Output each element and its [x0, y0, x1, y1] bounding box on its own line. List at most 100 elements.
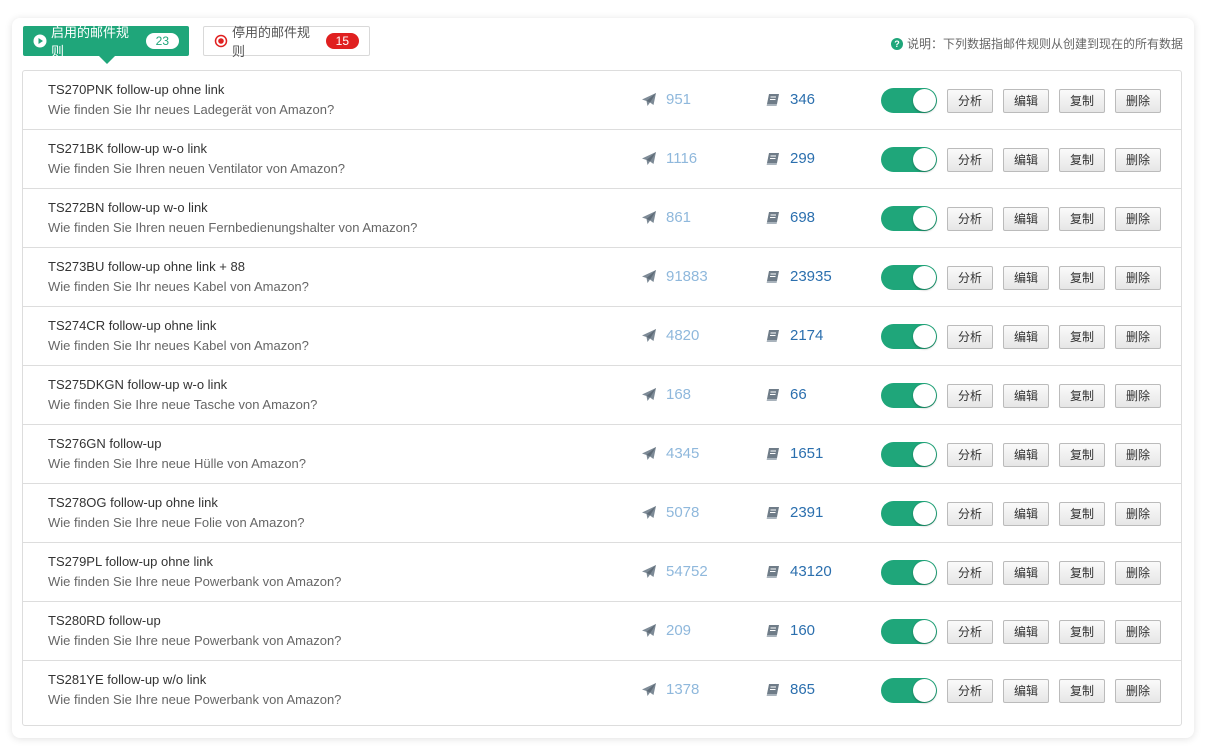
- paper-plane-icon: [641, 210, 657, 226]
- paper-plane-icon: [641, 623, 657, 639]
- question-icon: ?: [890, 37, 903, 50]
- copy-button[interactable]: 复制: [1059, 502, 1105, 526]
- copy-button[interactable]: 复制: [1059, 679, 1105, 703]
- copy-button[interactable]: 复制: [1059, 325, 1105, 349]
- enable-toggle[interactable]: [881, 88, 937, 113]
- copy-button[interactable]: 复制: [1059, 384, 1105, 408]
- enable-toggle[interactable]: [881, 324, 937, 349]
- delete-button[interactable]: 删除: [1115, 679, 1161, 703]
- edit-button[interactable]: 编辑: [1003, 148, 1049, 172]
- rule-title: TS279PL follow-up ohne link: [48, 554, 214, 569]
- analyze-button[interactable]: 分析: [947, 443, 993, 467]
- enable-toggle[interactable]: [881, 265, 937, 290]
- analyze-button[interactable]: 分析: [947, 679, 993, 703]
- edit-button[interactable]: 编辑: [1003, 384, 1049, 408]
- paper-plane-icon: [641, 564, 657, 580]
- read-stat: 2391: [766, 504, 823, 521]
- toggle-knob: [913, 443, 936, 466]
- sent-stat: 4820: [641, 327, 699, 344]
- read-stat: 2174: [766, 327, 823, 344]
- delete-button[interactable]: 删除: [1115, 502, 1161, 526]
- rule-row: TS281YE follow-up w/o link Wie finden Si…: [23, 661, 1181, 720]
- enable-toggle[interactable]: [881, 501, 937, 526]
- rule-title: TS272BN follow-up w-o link: [48, 200, 208, 215]
- read-stat: 299: [766, 150, 815, 167]
- sent-stat: 54752: [641, 563, 708, 580]
- paper-plane-icon: [641, 387, 657, 403]
- delete-button[interactable]: 删除: [1115, 148, 1161, 172]
- rule-title: TS281YE follow-up w/o link: [48, 672, 207, 687]
- book-icon: [766, 447, 780, 461]
- edit-button[interactable]: 编辑: [1003, 325, 1049, 349]
- rule-subject: Wie finden Sie Ihr neues Kabel von Amazo…: [48, 279, 309, 294]
- rule-title: TS273BU follow-up ohne link + 88: [48, 259, 245, 274]
- copy-button[interactable]: 复制: [1059, 443, 1105, 467]
- rule-title: TS275DKGN follow-up w-o link: [48, 377, 228, 392]
- paper-plane-icon: [641, 328, 657, 344]
- analyze-button[interactable]: 分析: [947, 148, 993, 172]
- analyze-button[interactable]: 分析: [947, 620, 993, 644]
- rule-title: TS278OG follow-up ohne link: [48, 495, 218, 510]
- analyze-button[interactable]: 分析: [947, 266, 993, 290]
- enable-toggle[interactable]: [881, 147, 937, 172]
- tab-enabled-rules[interactable]: 启用的邮件规则 23: [23, 25, 189, 64]
- edit-button[interactable]: 编辑: [1003, 443, 1049, 467]
- edit-button[interactable]: 编辑: [1003, 207, 1049, 231]
- sent-count: 1378: [666, 681, 700, 698]
- toggle-knob: [913, 679, 936, 702]
- delete-button[interactable]: 删除: [1115, 443, 1161, 467]
- delete-button[interactable]: 删除: [1115, 89, 1161, 113]
- copy-button[interactable]: 复制: [1059, 561, 1105, 585]
- rule-subject: Wie finden Sie Ihre neue Powerbank von A…: [48, 692, 342, 707]
- delete-button[interactable]: 删除: [1115, 207, 1161, 231]
- edit-button[interactable]: 编辑: [1003, 620, 1049, 644]
- book-icon: [766, 624, 780, 638]
- delete-button[interactable]: 删除: [1115, 384, 1161, 408]
- edit-button[interactable]: 编辑: [1003, 266, 1049, 290]
- enable-toggle[interactable]: [881, 206, 937, 231]
- sent-stat: 209: [641, 622, 691, 639]
- read-count: 865: [790, 681, 816, 698]
- toggle-knob: [913, 89, 936, 112]
- analyze-button[interactable]: 分析: [947, 561, 993, 585]
- copy-button[interactable]: 复制: [1059, 266, 1105, 290]
- analyze-button[interactable]: 分析: [947, 325, 993, 349]
- read-count: 2391: [790, 504, 824, 521]
- edit-button[interactable]: 编辑: [1003, 561, 1049, 585]
- read-stat: 698: [766, 209, 815, 226]
- play-circle-icon: [33, 34, 47, 48]
- edit-button[interactable]: 编辑: [1003, 679, 1049, 703]
- delete-button[interactable]: 删除: [1115, 266, 1161, 290]
- enable-toggle[interactable]: [881, 383, 937, 408]
- delete-button[interactable]: 删除: [1115, 561, 1161, 585]
- analyze-button[interactable]: 分析: [947, 384, 993, 408]
- toggle-knob: [913, 325, 936, 348]
- read-count: 66: [790, 386, 807, 403]
- edit-button[interactable]: 编辑: [1003, 89, 1049, 113]
- copy-button[interactable]: 复制: [1059, 89, 1105, 113]
- copy-button[interactable]: 复制: [1059, 148, 1105, 172]
- read-count: 160: [790, 622, 816, 639]
- enabled-count-badge: 23: [145, 33, 179, 49]
- paper-plane-icon: [641, 269, 657, 285]
- delete-button[interactable]: 删除: [1115, 325, 1161, 349]
- toggle-knob: [913, 266, 936, 289]
- sent-count: 91883: [666, 268, 708, 285]
- data-note-text: 说明：下列数据指邮件规则从创建到现在的所有数据: [906, 37, 1183, 51]
- rule-subject: Wie finden Sie Ihr neues Kabel von Amazo…: [48, 338, 309, 353]
- enable-toggle[interactable]: [881, 678, 937, 703]
- enable-toggle[interactable]: [881, 442, 937, 467]
- edit-button[interactable]: 编辑: [1003, 502, 1049, 526]
- toggle-knob: [913, 148, 936, 171]
- analyze-button[interactable]: 分析: [947, 502, 993, 526]
- analyze-button[interactable]: 分析: [947, 207, 993, 231]
- analyze-button[interactable]: 分析: [947, 89, 993, 113]
- copy-button[interactable]: 复制: [1059, 207, 1105, 231]
- enable-toggle[interactable]: [881, 619, 937, 644]
- rules-panel: 启用的邮件规则 23 停用的邮件规则 15 ? 说明：下列数据指邮件规则从创建到…: [12, 18, 1194, 738]
- copy-button[interactable]: 复制: [1059, 620, 1105, 644]
- delete-button[interactable]: 删除: [1115, 620, 1161, 644]
- enable-toggle[interactable]: [881, 560, 937, 585]
- tab-disabled-rules[interactable]: 停用的邮件规则 15: [203, 25, 370, 59]
- read-count: 2174: [790, 327, 824, 344]
